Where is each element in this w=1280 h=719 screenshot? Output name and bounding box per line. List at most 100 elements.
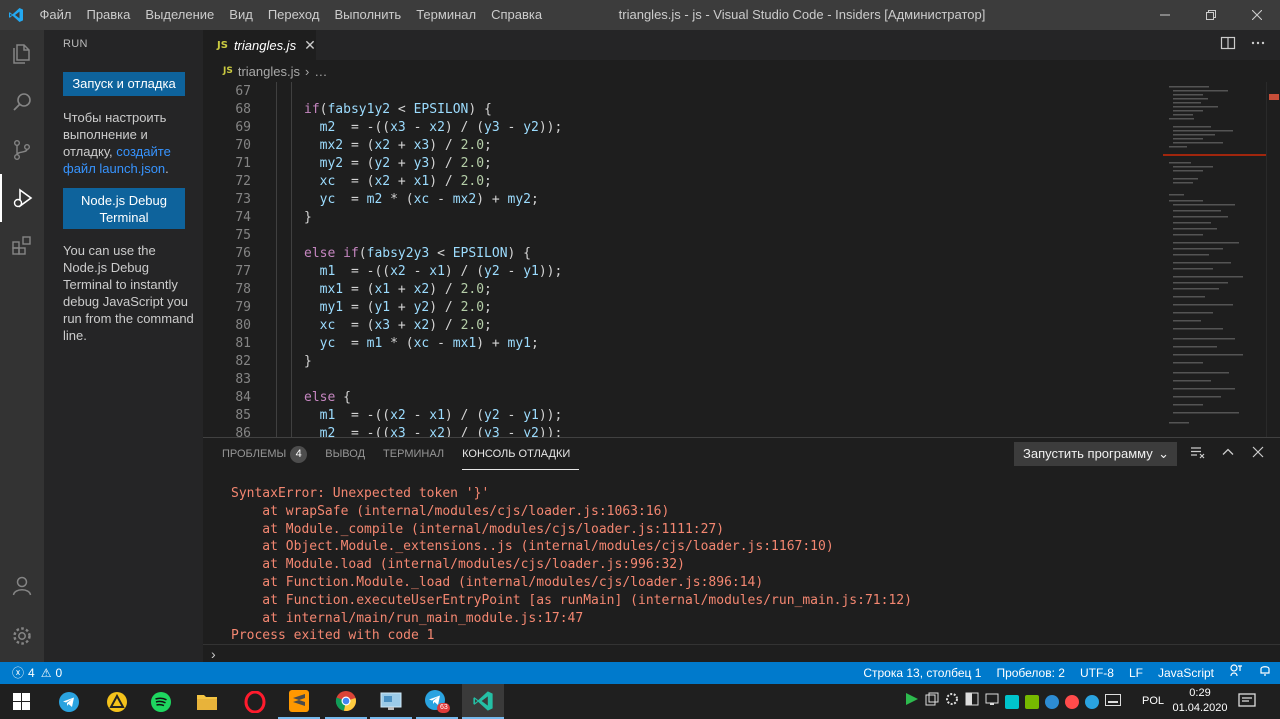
code-editor[interactable]: 67 68 if(fabsy1y2 < EPSILON) { 69 m2 = -(…: [203, 82, 1163, 437]
menu-terminal[interactable]: Терминал: [409, 0, 484, 30]
tab-terminal[interactable]: ТЕРМИНАЛ: [383, 438, 453, 470]
tray-play-icon[interactable]: [905, 692, 919, 711]
menu-run[interactable]: Выполнить: [327, 0, 409, 30]
tab-triangles-js[interactable]: JS triangles.js ✕: [203, 30, 316, 60]
taskbar-chrome[interactable]: [325, 684, 367, 719]
extensions-icon: [12, 236, 31, 255]
restore-button[interactable]: [1188, 0, 1234, 30]
clock-date: 01.04.2020: [1172, 702, 1228, 714]
tab-problems[interactable]: ПРОБЛЕМЫ 4: [222, 438, 316, 470]
action-center-button[interactable]: [1238, 692, 1256, 715]
accounts-button[interactable]: [0, 562, 44, 610]
line-number: 80: [235, 318, 251, 333]
extensions-button[interactable]: [0, 222, 44, 270]
configure-hint: Чтобы настроить выполнение и отладку, со…: [63, 109, 195, 177]
menu-help[interactable]: Справка: [484, 0, 550, 30]
tray-window-icon[interactable]: [965, 692, 979, 711]
taskbar-app-triangle[interactable]: [96, 684, 138, 719]
sidebar-title: RUN: [63, 38, 88, 50]
menu-file[interactable]: Файл: [32, 0, 79, 30]
tab-output[interactable]: ВЫВОД: [325, 438, 374, 470]
menu-go[interactable]: Переход: [260, 0, 327, 30]
indentation[interactable]: Пробелов: 2: [996, 662, 1065, 684]
run-debug-icon: [13, 188, 33, 208]
search-button[interactable]: [0, 78, 44, 126]
folder-icon: [197, 694, 217, 710]
js-file-icon: JS: [217, 39, 228, 51]
manage-button[interactable]: [0, 612, 44, 660]
code-line: mx2 = (x2 + x3) / 2.0;: [319, 138, 492, 153]
close-tab-icon[interactable]: ✕: [304, 37, 316, 54]
error-marker: [1269, 94, 1279, 100]
feedback-button[interactable]: [1229, 662, 1243, 684]
language-mode[interactable]: JavaScript: [1158, 662, 1214, 684]
problems-status[interactable]: ⓧ 4 ⚠ 0: [12, 662, 62, 684]
taskbar-opera[interactable]: [234, 684, 276, 719]
line-number: 69: [235, 120, 251, 135]
taskbar-remote-desktop[interactable]: [370, 684, 412, 719]
taskbar-telegram[interactable]: [48, 684, 90, 719]
tray-copy-icon[interactable]: [925, 692, 939, 711]
feedback-icon: [1230, 664, 1242, 677]
node-debug-hint: You can use the Node.js Debug Terminal t…: [63, 243, 194, 343]
encoding[interactable]: UTF-8: [1080, 662, 1114, 684]
end-of-line[interactable]: LF: [1129, 662, 1143, 684]
launch-config-select[interactable]: Запустить программу ⌄: [1014, 442, 1177, 466]
code-line: else if(fabsy2y3 < EPSILON) {: [304, 246, 532, 261]
warning-count: 0: [55, 666, 63, 680]
line-number: 86: [235, 426, 251, 437]
tray-app-icon[interactable]: [1005, 694, 1019, 709]
search-icon: [13, 93, 31, 111]
taskbar-vscode[interactable]: [462, 684, 504, 719]
system-tray: [905, 684, 1121, 719]
node-debug-terminal-button[interactable]: Node.js Debug Terminal: [63, 188, 185, 229]
console-line: Process exited with code 1: [231, 628, 435, 644]
editor-actions: [1220, 30, 1266, 60]
taskbar-spotify[interactable]: [140, 684, 182, 719]
menu-bar: Файл Правка Выделение Вид Переход Выполн…: [32, 0, 550, 30]
run-and-debug-button[interactable]: Запуск и отладка: [63, 72, 185, 96]
line-number: 85: [235, 408, 251, 423]
clock-time: 0:29: [1189, 687, 1211, 699]
menu-edit[interactable]: Правка: [79, 0, 138, 30]
clear-console-button[interactable]: [1190, 444, 1206, 465]
explorer-button[interactable]: [0, 30, 44, 78]
tray-nvidia-icon[interactable]: [1025, 694, 1039, 709]
minimize-button[interactable]: [1142, 0, 1188, 30]
taskbar-file-explorer[interactable]: [186, 684, 228, 719]
input-language[interactable]: POL: [1142, 684, 1164, 719]
close-panel-button[interactable]: [1250, 444, 1266, 465]
tray-record-icon[interactable]: [1065, 694, 1079, 709]
tab-debug-console[interactable]: КОНСОЛЬ ОТЛАДКИ: [462, 439, 580, 470]
close-window-button[interactable]: [1234, 0, 1280, 30]
split-editor-button[interactable]: [1220, 35, 1236, 56]
menu-selection[interactable]: Выделение: [138, 0, 222, 30]
tray-gear-icon[interactable]: [945, 692, 959, 711]
more-actions-button[interactable]: [1250, 35, 1266, 56]
status-bar: ⓧ 4 ⚠ 0 Строка 13, столбец 1 Пробелов: 2 U…: [0, 662, 1280, 684]
maximize-panel-button[interactable]: [1220, 444, 1236, 465]
breadcrumb-file[interactable]: triangles.js: [238, 64, 300, 79]
warning-triangle-app-icon: [107, 691, 127, 712]
line-number: 68: [235, 102, 251, 117]
code-line: }: [304, 354, 312, 369]
editor-tabs: JS triangles.js ✕: [203, 30, 1280, 60]
tray-telegram-icon[interactable]: [1085, 694, 1099, 709]
console-input[interactable]: ›: [203, 644, 1280, 663]
run-debug-button[interactable]: [0, 174, 44, 222]
breadcrumb-symbol[interactable]: …: [314, 64, 327, 79]
editor-scrollbar[interactable]: [1266, 82, 1280, 437]
tray-keyboard-icon[interactable]: [1105, 693, 1121, 711]
menu-view[interactable]: Вид: [222, 0, 261, 30]
minimap[interactable]: [1163, 82, 1266, 437]
start-button[interactable]: [0, 684, 42, 719]
taskbar-telegram-2[interactable]: 63: [416, 684, 458, 719]
clock[interactable]: 0:29 01.04.2020: [1168, 686, 1232, 716]
source-control-button[interactable]: [0, 126, 44, 174]
line-number: 67: [235, 84, 251, 99]
cursor-position[interactable]: Строка 13, столбец 1: [863, 662, 981, 684]
taskbar-sublime[interactable]: [278, 684, 320, 719]
tray-network-icon[interactable]: [985, 692, 999, 711]
notifications-button[interactable]: [1258, 662, 1272, 684]
tray-sync-icon[interactable]: [1045, 694, 1059, 709]
